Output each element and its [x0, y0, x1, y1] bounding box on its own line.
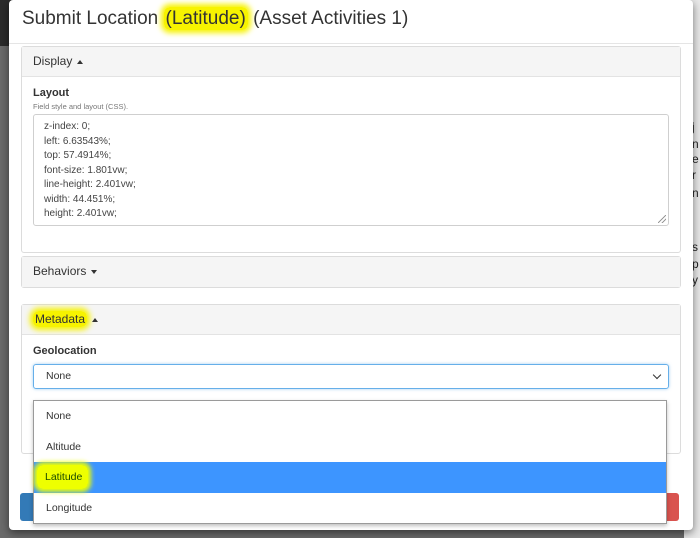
resize-grip-icon[interactable]: [658, 215, 666, 223]
display-panel-toggle[interactable]: Display: [22, 47, 680, 77]
layout-help-text: Field style and layout (CSS).: [33, 102, 129, 111]
option-longitude[interactable]: Longitude: [34, 493, 666, 524]
title-suffix: (Asset Activities 1): [247, 8, 409, 29]
geolocation-select[interactable]: None: [33, 364, 669, 389]
behaviors-panel: Behaviors: [21, 256, 681, 288]
bg-glyph: n: [692, 186, 699, 200]
behaviors-panel-toggle[interactable]: Behaviors: [22, 257, 680, 287]
layout-css-textarea[interactable]: z-index: 0; left: 6.63543%; top: 57.4914…: [33, 114, 669, 226]
css-line: top: 57.4914%;: [44, 150, 112, 161]
caret-up-icon: [77, 59, 84, 64]
bg-glyph: n: [692, 137, 699, 151]
css-line: font-size: 1.801vw;: [44, 164, 128, 176]
display-panel: Display Layout Field style and layout (C…: [21, 46, 681, 253]
option-none[interactable]: None: [34, 401, 666, 432]
option-latitude-label: Latitude: [37, 465, 89, 489]
metadata-panel-toggle[interactable]: Metadata: [22, 305, 680, 335]
css-line: z-index: 0;: [44, 121, 91, 132]
bg-glyph: e: [692, 152, 699, 166]
metadata-panel-heading: Metadata: [33, 311, 88, 327]
css-line: height: 2.401vw;: [44, 208, 117, 219]
metadata-panel-body: Geolocation None: [22, 335, 680, 401]
display-panel-body: Layout Field style and layout (CSS). z-i…: [22, 77, 680, 238]
title-highlighted-field: (Latitude): [163, 7, 248, 30]
caret-up-icon: [92, 317, 99, 322]
modal-header: Submit Location (Latitude) (Asset Activi…: [9, 0, 693, 44]
chevron-down-icon: [652, 370, 662, 380]
option-latitude[interactable]: Latitude: [34, 462, 666, 493]
caret-down-icon: [91, 269, 98, 274]
modal-title: Submit Location (Latitude) (Asset Activi…: [22, 7, 680, 30]
bg-glyph: p: [692, 257, 699, 271]
css-line: width: 44.451%;: [44, 193, 116, 205]
css-line: left: 6.63543%;: [44, 135, 111, 147]
geolocation-selected-value: None: [46, 370, 72, 382]
layout-label: Layout: [33, 87, 70, 99]
option-altitude[interactable]: Altitude: [34, 432, 666, 463]
css-line: line-height: 2.401vw;: [44, 179, 136, 190]
geolocation-label: Geolocation: [33, 345, 97, 357]
geolocation-options-list: None Altitude Latitude Longitude: [33, 400, 667, 524]
title-prefix: Submit Location: [22, 8, 164, 29]
display-panel-heading: Display: [33, 54, 73, 68]
behaviors-panel-heading: Behaviors: [33, 264, 87, 278]
